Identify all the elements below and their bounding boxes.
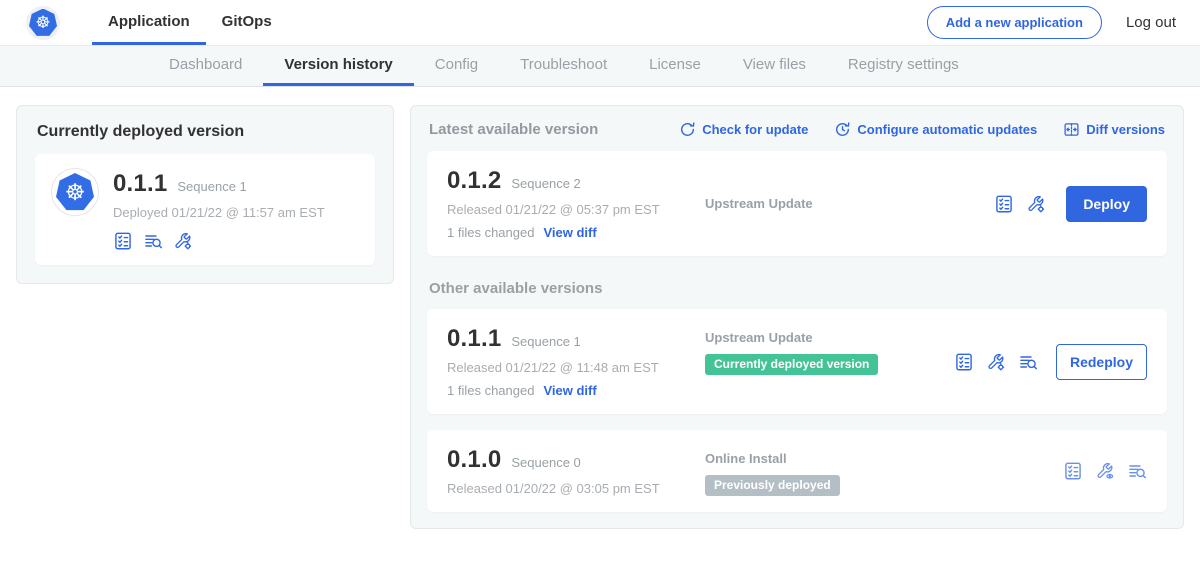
currently-deployed-badge: Currently deployed version: [705, 354, 878, 375]
previously-deployed-badge: Previously deployed: [705, 475, 840, 496]
version-source-label: Upstream Update: [705, 196, 994, 211]
kubernetes-logo-icon: ☸: [26, 6, 60, 40]
released-timestamp: Released 01/21/22 @ 11:48 am EST: [447, 360, 705, 375]
deployed-sequence-label: Sequence 1: [177, 179, 246, 194]
logout-button[interactable]: Log out: [1126, 14, 1176, 31]
tab-dashboard[interactable]: Dashboard: [148, 46, 263, 86]
diff-columns-icon: [1063, 121, 1080, 138]
tab-gitops[interactable]: GitOps: [206, 0, 288, 45]
app-logo: ☸: [26, 0, 60, 45]
wrench-gear-icon[interactable]: [986, 352, 1006, 372]
tab-registry-settings[interactable]: Registry settings: [827, 46, 980, 86]
version-number: 0.1.1: [447, 325, 501, 353]
refresh-icon: [679, 121, 696, 138]
released-timestamp: Released 01/20/22 @ 03:05 pm EST: [447, 481, 705, 496]
other-versions-heading: Other available versions: [429, 280, 1165, 297]
version-row-0-1-1: 0.1.1 Sequence 1 Released 01/21/22 @ 11:…: [427, 309, 1167, 414]
lines-magnifier-icon[interactable]: [1127, 461, 1147, 481]
diff-versions-link[interactable]: Diff versions: [1063, 121, 1165, 138]
header-tabs: Application GitOps: [92, 0, 288, 45]
checklist-icon[interactable]: [994, 194, 1014, 214]
currently-deployed-panel: Currently deployed version ☸ 0.1.1 Seque…: [16, 105, 394, 284]
tab-version-history[interactable]: Version history: [263, 46, 413, 86]
header-spacer: [288, 0, 927, 45]
check-for-update-link[interactable]: Check for update: [679, 121, 808, 138]
version-number: 0.1.0: [447, 446, 501, 474]
top-header: ☸ Application GitOps Add a new applicati…: [0, 0, 1200, 46]
wrench-eye-icon[interactable]: [1095, 461, 1115, 481]
sequence-label: Sequence 1: [511, 334, 580, 349]
currently-deployed-title: Currently deployed version: [37, 123, 375, 141]
tab-view-files[interactable]: View files: [722, 46, 827, 86]
deployed-version-card: ☸ 0.1.1 Sequence 1 Deployed 01/21/22 @ 1…: [35, 154, 375, 265]
lines-magnifier-icon[interactable]: [143, 231, 163, 251]
view-diff-link[interactable]: View diff: [543, 225, 596, 240]
deployed-version-number: 0.1.1: [113, 170, 167, 198]
released-timestamp: Released 01/21/22 @ 05:37 pm EST: [447, 202, 705, 217]
tab-license[interactable]: License: [628, 46, 722, 86]
wrench-gear-icon[interactable]: [173, 231, 193, 251]
latest-available-heading: Latest available version: [429, 121, 598, 138]
files-changed-label: 1 files changed: [447, 383, 534, 398]
version-row-0-1-2: 0.1.2 Sequence 2 Released 01/21/22 @ 05:…: [427, 151, 1167, 256]
tab-application[interactable]: Application: [92, 0, 206, 45]
deploy-button[interactable]: Deploy: [1066, 186, 1147, 222]
add-application-button[interactable]: Add a new application: [927, 6, 1102, 39]
version-row-0-1-0: 0.1.0 Sequence 0 Released 01/20/22 @ 03:…: [427, 430, 1167, 512]
checklist-icon[interactable]: [954, 352, 974, 372]
configure-automatic-updates-link[interactable]: Configure automatic updates: [834, 121, 1037, 138]
app-subnav: Dashboard Version history Config Trouble…: [0, 46, 1200, 87]
view-diff-link[interactable]: View diff: [543, 383, 596, 398]
lines-magnifier-icon[interactable]: [1018, 352, 1038, 372]
tab-troubleshoot[interactable]: Troubleshoot: [499, 46, 628, 86]
checklist-icon[interactable]: [1063, 461, 1083, 481]
available-versions-panel: Latest available version Check for updat…: [410, 105, 1184, 529]
sequence-label: Sequence 0: [511, 455, 580, 470]
kubernetes-app-logo-icon: ☸: [51, 168, 99, 216]
deployed-timestamp: Deployed 01/21/22 @ 11:57 am EST: [113, 205, 325, 220]
files-changed-label: 1 files changed: [447, 225, 534, 240]
wrench-gear-icon[interactable]: [1026, 194, 1046, 214]
version-source-label: Upstream Update: [705, 330, 954, 345]
clock-refresh-icon: [834, 121, 851, 138]
sequence-label: Sequence 2: [511, 176, 580, 191]
redeploy-button[interactable]: Redeploy: [1056, 344, 1147, 380]
tab-config[interactable]: Config: [414, 46, 499, 86]
version-source-label: Online Install: [705, 451, 1063, 466]
checklist-icon[interactable]: [113, 231, 133, 251]
version-number: 0.1.2: [447, 167, 501, 195]
main-content: Currently deployed version ☸ 0.1.1 Seque…: [0, 87, 1200, 529]
